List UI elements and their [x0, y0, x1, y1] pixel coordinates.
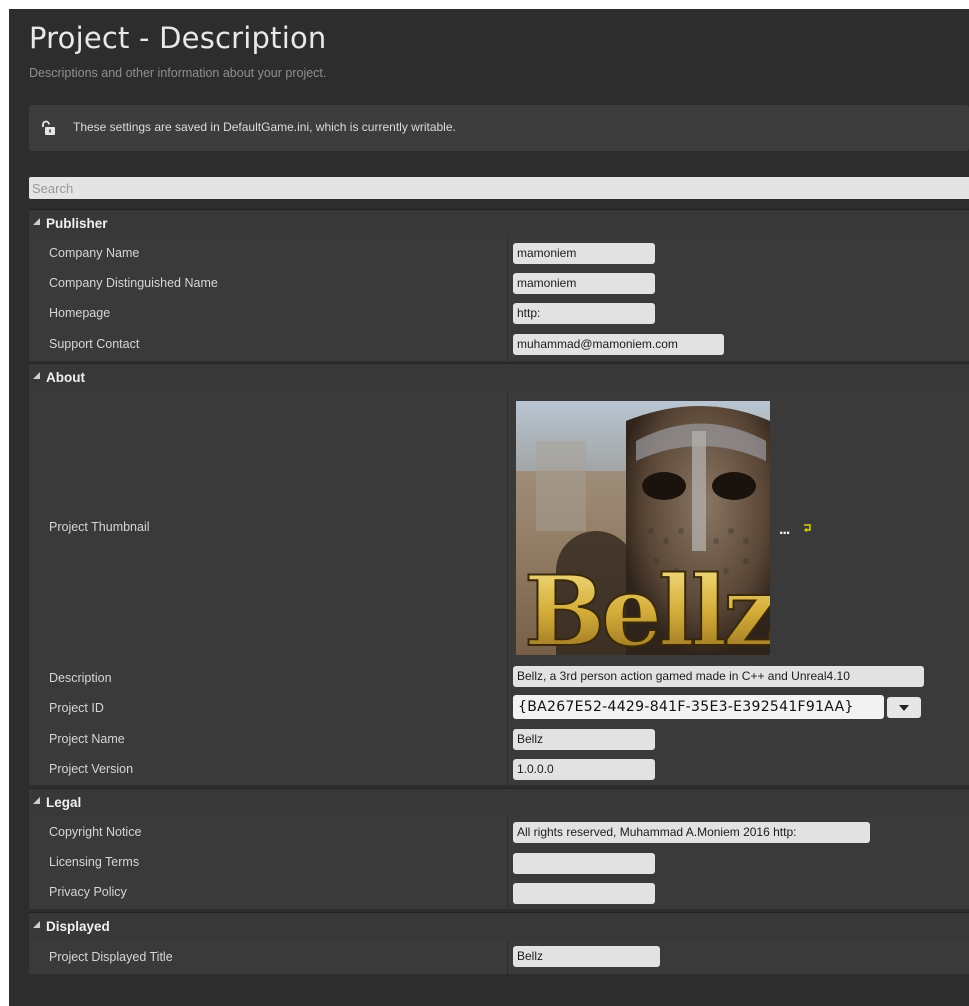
property-row-homepage: Homepage http:	[29, 298, 969, 328]
property-row-company-name: Company Name mamoniem	[29, 238, 969, 268]
project-name-field[interactable]: Bellz	[513, 729, 655, 750]
support-contact-field[interactable]: muhammad@mamoniem.com	[513, 334, 724, 355]
category-publisher[interactable]: Publisher	[29, 209, 969, 238]
property-row-description: Description Bellz, a 3rd person action g…	[29, 663, 969, 693]
property-label: Licensing Terms	[49, 855, 140, 869]
homepage-field[interactable]: http:	[513, 303, 655, 324]
category-label: About	[46, 370, 85, 385]
category-about[interactable]: About	[29, 363, 969, 392]
category-label: Legal	[46, 795, 82, 810]
property-label: Company Name	[49, 246, 140, 260]
property-label: Copyright Notice	[49, 825, 142, 839]
config-notice-text: These settings are saved in DefaultGame.…	[73, 120, 456, 134]
expand-arrow-icon[interactable]	[33, 218, 40, 225]
reset-to-default-icon[interactable]	[803, 523, 813, 533]
browse-button[interactable]: ...	[779, 521, 790, 539]
property-row-support-contact: Support Contact muhammad@mamoniem.com	[29, 328, 969, 361]
category-displayed[interactable]: Displayed	[29, 912, 969, 941]
property-label: Project ID	[49, 701, 104, 715]
project-version-field[interactable]: 1.0.0.0	[513, 759, 655, 780]
company-distinguished-name-field[interactable]: mamoniem	[513, 273, 655, 294]
expand-arrow-icon[interactable]	[33, 921, 40, 928]
project-id-field[interactable]: {BA267E52-4429-841F-35E3-E392541F91AA}	[513, 695, 884, 719]
property-row-project-name: Project Name Bellz	[29, 723, 969, 753]
expand-arrow-icon[interactable]	[33, 372, 40, 379]
property-row-copyright-notice: Copyright Notice All rights reserved, Mu…	[29, 817, 969, 847]
project-id-dropdown-button[interactable]	[887, 697, 921, 718]
property-row-project-id: Project ID {BA267E52-4429-841F-35E3-E392…	[29, 693, 969, 723]
property-label: Company Distinguished Name	[49, 276, 218, 290]
property-label: Project Displayed Title	[49, 950, 173, 964]
property-label: Privacy Policy	[49, 885, 127, 899]
page-title: Project - Description	[29, 21, 327, 55]
property-row-project-version: Project Version 1.0.0.0	[29, 753, 969, 785]
category-legal[interactable]: Legal	[29, 788, 969, 817]
property-row-project-displayed-title: Project Displayed Title Bellz	[29, 941, 969, 974]
property-row-project-thumbnail: Project Thumbnail	[29, 392, 969, 663]
property-label: Project Version	[49, 762, 134, 776]
config-notice-banner: These settings are saved in DefaultGame.…	[29, 105, 969, 151]
thumbnail-title-text: Bellz	[524, 555, 770, 655]
search-input[interactable]	[29, 177, 969, 199]
property-label: Support Contact	[49, 337, 140, 351]
property-label: Project Name	[49, 732, 125, 746]
property-row-company-distinguished-name: Company Distinguished Name mamoniem	[29, 268, 969, 298]
project-displayed-title-field[interactable]: Bellz	[513, 946, 660, 967]
property-label: Project Thumbnail	[49, 520, 150, 534]
project-settings-panel: Project - Description Descriptions and o…	[9, 9, 969, 1006]
expand-arrow-icon[interactable]	[33, 797, 40, 804]
property-row-privacy-policy: Privacy Policy	[29, 877, 969, 909]
company-name-field[interactable]: mamoniem	[513, 243, 655, 264]
category-label: Displayed	[46, 919, 110, 934]
chevron-down-icon	[899, 705, 909, 711]
property-label: Description	[49, 671, 112, 685]
copyright-notice-field[interactable]: All rights reserved, Muhammad A.Moniem 2…	[513, 822, 870, 843]
page-subtitle: Descriptions and other information about…	[29, 66, 327, 80]
lock-open-icon	[42, 120, 55, 135]
privacy-policy-field[interactable]	[513, 883, 655, 904]
property-label: Homepage	[49, 306, 111, 320]
licensing-terms-field[interactable]	[513, 853, 655, 874]
description-field[interactable]: Bellz, a 3rd person action gamed made in…	[513, 666, 924, 687]
category-label: Publisher	[46, 216, 108, 231]
property-row-licensing-terms: Licensing Terms	[29, 847, 969, 877]
project-thumbnail-image[interactable]: Bellz	[516, 401, 770, 655]
